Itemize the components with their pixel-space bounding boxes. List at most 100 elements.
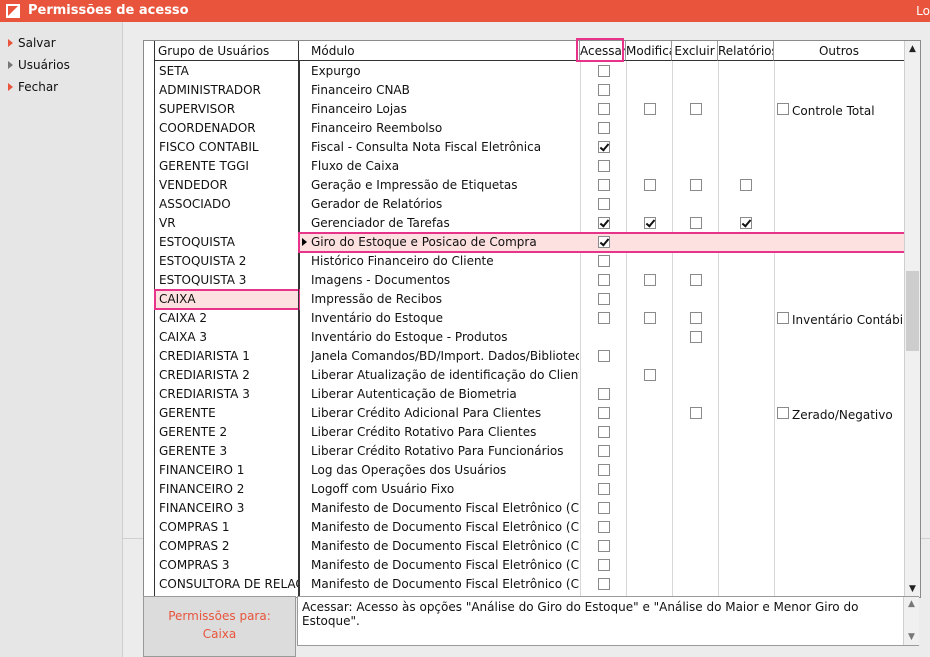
acessar-checkbox[interactable]	[598, 65, 610, 77]
acessar-checkbox[interactable]	[598, 160, 610, 172]
acessar-checkbox[interactable]	[598, 274, 610, 286]
excluir-checkbox[interactable]	[690, 331, 702, 343]
group-row[interactable]: FINANCEIRO 1	[155, 461, 299, 480]
description-scrollbar[interactable]: ▲ ▼	[903, 597, 919, 645]
module-row[interactable]: Inventário do Estoque Inventário Contábil	[299, 309, 906, 328]
group-row[interactable]: GERENTE 3	[155, 442, 299, 461]
group-row[interactable]: COMPRAS 3	[155, 556, 299, 575]
acessar-checkbox[interactable]	[598, 141, 610, 153]
acessar-checkbox[interactable]	[598, 578, 610, 590]
close-button[interactable]: Fechar	[8, 78, 58, 96]
group-row[interactable]: GERENTE 2	[155, 423, 299, 442]
excluir-checkbox[interactable]	[690, 274, 702, 286]
acessar-checkbox[interactable]	[598, 540, 610, 552]
excluir-checkbox[interactable]	[690, 312, 702, 324]
group-row[interactable]: CAIXA	[154, 289, 300, 310]
acessar-checkbox[interactable]	[598, 293, 610, 305]
group-row[interactable]: COMPRAS 2	[155, 537, 299, 556]
acessar-checkbox[interactable]	[598, 236, 610, 248]
group-row[interactable]: ESTOQUISTA 2	[155, 252, 299, 271]
group-row[interactable]: COMPRAS 1	[155, 518, 299, 537]
modifica-checkbox[interactable]	[644, 312, 656, 324]
group-row[interactable]: CAIXA 2	[155, 309, 299, 328]
acessar-checkbox[interactable]	[598, 502, 610, 514]
acessar-checkbox[interactable]	[598, 198, 610, 210]
acessar-checkbox[interactable]	[598, 179, 610, 191]
module-row[interactable]: Liberar Crédito Rotativo Para Clientes	[299, 423, 905, 442]
module-row[interactable]: Janela Comandos/BD/Import. Dados/Bibliot…	[299, 347, 905, 366]
module-row[interactable]: Liberar Autenticação de Biometria	[299, 385, 905, 404]
acessar-checkbox[interactable]	[598, 483, 610, 495]
module-row[interactable]: Log das Operações dos Usuários	[299, 461, 905, 480]
group-row[interactable]: VR	[155, 214, 299, 233]
acessar-checkbox[interactable]	[598, 255, 610, 267]
module-row[interactable]: Logoff com Usuário Fixo	[299, 480, 905, 499]
module-row[interactable]: Gerenciador de Tarefas	[299, 214, 905, 233]
modifica-checkbox[interactable]	[644, 179, 656, 191]
group-row[interactable]: CAIXA 3	[155, 328, 299, 347]
module-row[interactable]: Manifesto de Documento Fiscal Eletrônico…	[299, 556, 905, 575]
other-checkbox[interactable]	[777, 312, 789, 324]
group-row[interactable]: SUPERVISOR	[155, 100, 299, 119]
scroll-down-icon[interactable]: ▼	[906, 582, 919, 596]
acessar-checkbox[interactable]	[598, 388, 610, 400]
modifica-checkbox[interactable]	[644, 274, 656, 286]
module-row[interactable]: Liberar Crédito Rotativo Para Funcionári…	[299, 442, 905, 461]
acessar-checkbox[interactable]	[598, 217, 610, 229]
module-row[interactable]: Fluxo de Caixa	[299, 157, 905, 176]
group-row[interactable]: CREDIARISTA 1	[155, 347, 299, 366]
group-row[interactable]: CONSULTORA DE RELACIONAMENTO	[155, 575, 299, 594]
module-row[interactable]: Financeiro CNAB	[299, 81, 905, 100]
module-row[interactable]: Liberar Atualização de identificação do …	[299, 366, 905, 385]
module-row[interactable]: Manifesto de Documento Fiscal Eletrônico…	[299, 518, 905, 537]
other-checkbox[interactable]	[777, 103, 789, 115]
acessar-checkbox[interactable]	[598, 84, 610, 96]
module-row[interactable]: Financeiro Lojas Controle Total	[299, 100, 905, 119]
scroll-up-icon[interactable]: ▲	[906, 42, 919, 56]
acessar-checkbox[interactable]	[598, 521, 610, 533]
acessar-checkbox[interactable]	[598, 559, 610, 571]
acessar-checkbox[interactable]	[598, 122, 610, 134]
acessar-checkbox[interactable]	[598, 426, 610, 438]
group-row[interactable]: ADMINISTRADOR	[155, 81, 299, 100]
group-row[interactable]: FINANCEIRO 3	[155, 499, 299, 518]
group-row[interactable]: SETA	[155, 62, 299, 81]
module-row[interactable]: Gerador de Relatórios	[299, 195, 905, 214]
modifica-checkbox[interactable]	[644, 217, 656, 229]
module-row[interactable]: Liberar Crédito Adicional Para Clientes Z…	[299, 404, 905, 423]
module-row[interactable]: Financeiro Reembolso	[299, 119, 905, 138]
group-row[interactable]: CREDIARISTA 3	[155, 385, 299, 404]
save-button[interactable]: Salvar	[8, 34, 56, 52]
group-row[interactable]: COORDENADOR	[155, 119, 299, 138]
group-row[interactable]: ESTOQUISTA 3	[155, 271, 299, 290]
users-button[interactable]: Usuários	[8, 56, 70, 74]
group-row[interactable]: GERENTE TGGI	[155, 157, 299, 176]
excluir-checkbox[interactable]	[690, 217, 702, 229]
group-row[interactable]: GERENTE	[155, 404, 299, 423]
group-row[interactable]: ASSOCIADO	[155, 195, 299, 214]
module-row[interactable]: Manifesto de Documento Fiscal Eletrônico…	[299, 537, 905, 556]
module-row[interactable]: Manifesto de Documento Fiscal Eletrônico…	[299, 575, 905, 594]
desc-scroll-down-icon[interactable]: ▼	[905, 631, 918, 644]
excluir-checkbox[interactable]	[690, 179, 702, 191]
relatorios-checkbox[interactable]	[740, 217, 752, 229]
group-row[interactable]: FISCO CONTABIL	[155, 138, 299, 157]
modifica-checkbox[interactable]	[644, 103, 656, 115]
acessar-checkbox[interactable]	[598, 445, 610, 457]
modifica-checkbox[interactable]	[644, 369, 656, 381]
acessar-checkbox[interactable]	[598, 312, 610, 324]
group-row[interactable]: CREDIARISTA 2	[155, 366, 299, 385]
module-row[interactable]: Giro do Estoque e Posicao de Compra	[298, 232, 906, 253]
grid-scrollbar[interactable]: ▲ ▼	[904, 41, 920, 597]
group-row[interactable]: VENDEDOR	[155, 176, 299, 195]
acessar-checkbox[interactable]	[598, 407, 610, 419]
module-row[interactable]: Geração e Impressão de Etiquetas	[299, 176, 905, 195]
module-row[interactable]: Impressão de Recibos	[299, 290, 905, 309]
module-row[interactable]: Histórico Financeiro do Cliente	[299, 252, 905, 271]
acessar-checkbox[interactable]	[598, 103, 610, 115]
module-row[interactable]: Inventário do Estoque - Produtos	[299, 328, 905, 347]
other-checkbox[interactable]	[777, 407, 789, 419]
module-row[interactable]: Fiscal - Consulta Nota Fiscal Eletrônica	[299, 138, 905, 157]
scroll-thumb[interactable]	[906, 271, 919, 351]
acessar-checkbox[interactable]	[598, 350, 610, 362]
